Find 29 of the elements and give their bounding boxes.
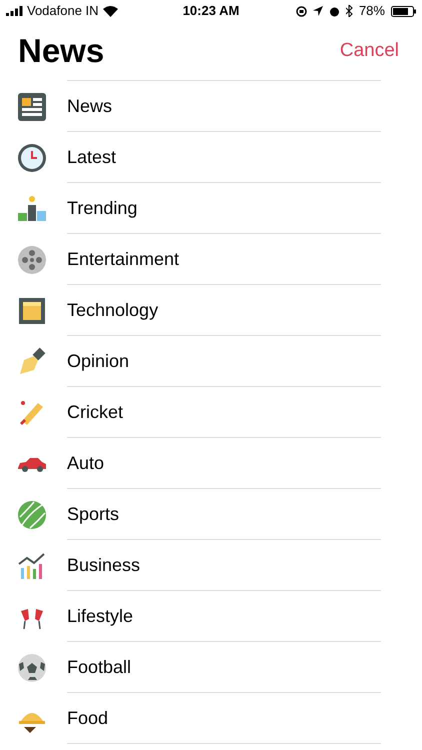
category-item[interactable]: Sports [67, 500, 120, 528]
battery-icon [390, 6, 416, 16]
wifi-icon [102, 6, 118, 16]
page-title: News [18, 31, 104, 72]
category-item[interactable]: Latest [67, 144, 116, 170]
cancel-button[interactable]: Cancel [340, 36, 399, 66]
category-item[interactable]: Trending [67, 194, 138, 222]
category-item[interactable]: Food [67, 704, 108, 732]
battery-percent: 78% [358, 2, 385, 20]
bluetooth-icon [346, 5, 353, 17]
location-arrow-icon [312, 6, 323, 16]
rotation-lock-icon [296, 6, 307, 16]
category-item[interactable]: Opinion [67, 348, 130, 374]
football-icon [16, 652, 48, 684]
category-item[interactable]: Lifestyle [67, 602, 134, 630]
category-item[interactable]: Football [67, 654, 132, 680]
category-item[interactable]: Entertainment [67, 246, 180, 272]
signal-icon [6, 6, 23, 16]
status-time: 10:23 AM [182, 2, 240, 20]
category-item[interactable]: Cricket [67, 398, 124, 426]
category-item[interactable]: Business [67, 552, 140, 578]
category-item[interactable]: News [67, 92, 112, 120]
newspaper-icon [16, 90, 48, 122]
category-item[interactable]: Technology [67, 296, 158, 324]
clock-icon [16, 142, 48, 174]
category-item[interactable]: Auto [67, 450, 104, 476]
film-reel-icon [16, 244, 48, 276]
tennis-ball-icon [16, 498, 48, 530]
carrier-name: Vodafone IN [27, 2, 99, 20]
